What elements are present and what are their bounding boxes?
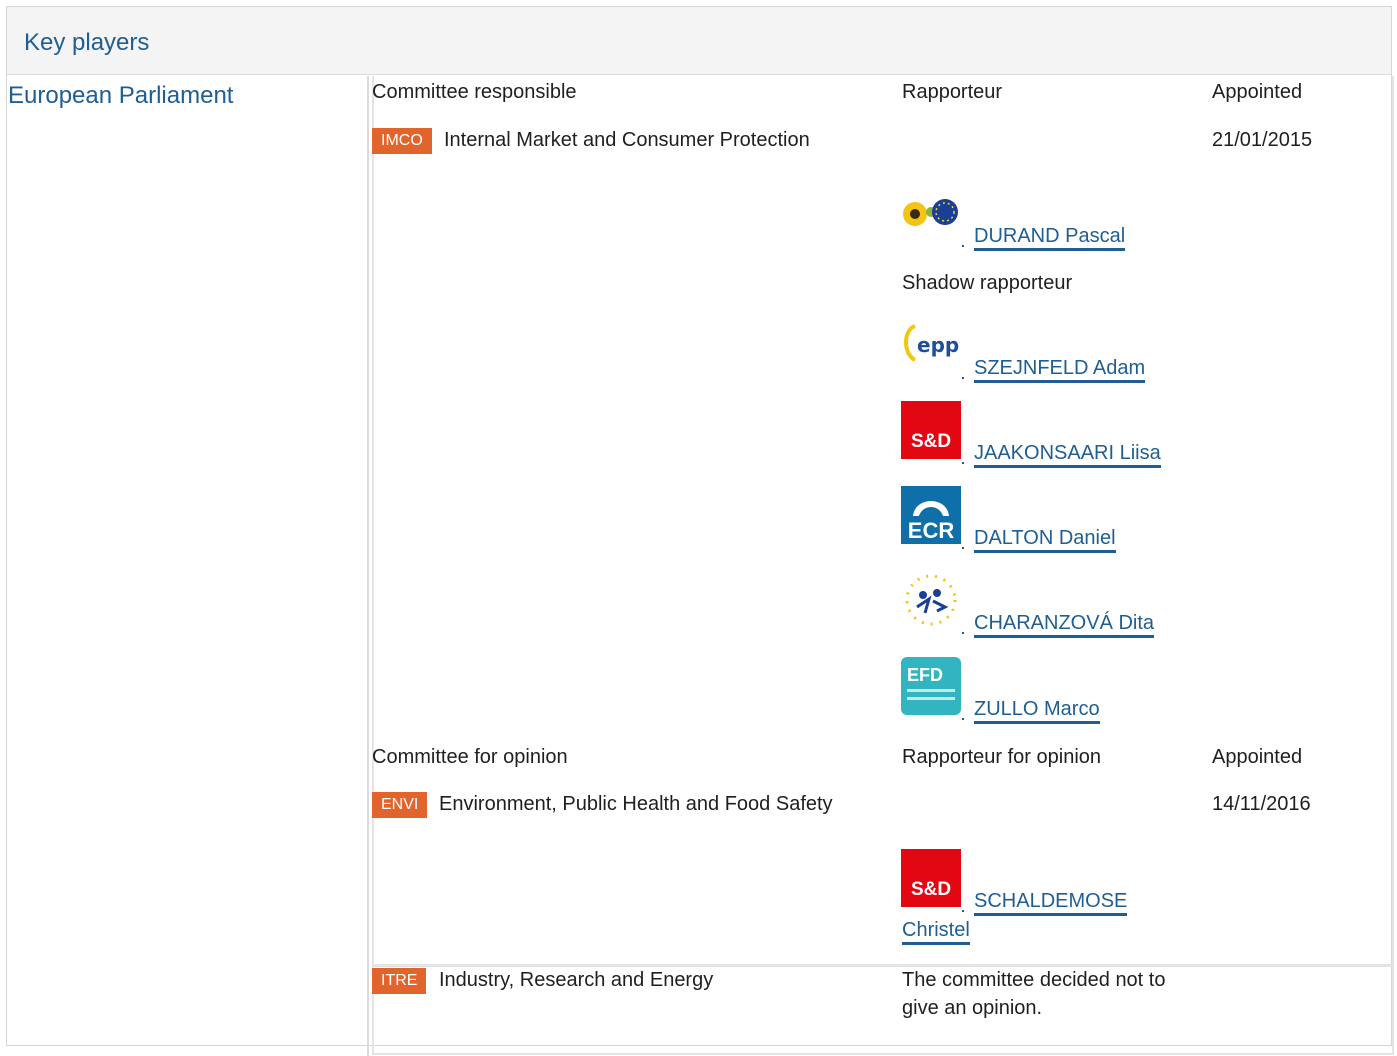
shadow-link-szejnfeld[interactable]: SZEJNFELD Adam	[974, 357, 1146, 383]
no-opinion-note-line1: The committee decided not to	[902, 969, 1166, 991]
responsible-section	[372, 76, 1394, 966]
svg-text:EFD: EFD	[907, 665, 943, 685]
link-dot	[962, 632, 964, 634]
sd-logo-icon: S&D	[901, 849, 961, 907]
institution-column	[7, 76, 369, 1056]
shadow-link-jaakonsaari[interactable]: JAAKONSAARI Liisa	[974, 442, 1161, 468]
committee-badge-envi[interactable]: ENVI	[372, 792, 428, 818]
svg-text:S&D: S&D	[911, 431, 951, 452]
link-dot	[962, 462, 964, 464]
committee-badge-imco[interactable]: IMCO	[372, 128, 432, 154]
panel-header: Key players	[7, 7, 1391, 75]
ecr-logo-icon: ECR	[901, 486, 961, 544]
opinion-rapporteur-link-line2[interactable]: Christel	[902, 919, 970, 945]
heading-appointed: Appointed	[1212, 81, 1303, 103]
heading-appointed-opinion: Appointed	[1212, 746, 1303, 768]
heading-rapporteur-opinion: Rapporteur for opinion	[902, 746, 1102, 768]
committee-name-imco: Internal Market and Consumer Protection	[444, 129, 810, 151]
rapporteur-link-durand[interactable]: DURAND Pascal	[974, 225, 1126, 251]
heading-rapporteur: Rapporteur	[902, 81, 1003, 103]
svg-text:ECR: ECR	[908, 518, 955, 543]
institution-name: European Parliament	[8, 82, 234, 109]
committee-name-envi: Environment, Public Health and Food Safe…	[439, 793, 833, 815]
shadow-link-charanzova[interactable]: CHARANZOVÁ Dita	[974, 612, 1155, 638]
panel-title: Key players	[24, 29, 150, 56]
committee-badge-itre[interactable]: ITRE	[372, 968, 427, 994]
svg-text:epp: epp	[917, 333, 959, 357]
no-opinion-note-line2: give an opinion.	[902, 997, 1043, 1019]
appointed-date-imco: 21/01/2015	[1212, 129, 1313, 151]
link-dot	[962, 245, 964, 247]
shadow-link-zullo[interactable]: ZULLO Marco	[974, 698, 1100, 724]
link-dot	[962, 377, 964, 379]
appointed-date-envi: 14/11/2016	[1212, 793, 1311, 815]
opinion-rapporteur-link-line1[interactable]: SCHALDEMOSE	[974, 890, 1128, 916]
key-players-panel: Key players European Parliament	[6, 6, 1394, 1056]
link-dot	[962, 910, 964, 912]
svg-text:S&D: S&D	[911, 879, 951, 900]
alde-logo-icon	[901, 571, 961, 629]
epp-logo-icon: epp	[901, 316, 961, 374]
committee-name-itre: Industry, Research and Energy	[439, 969, 714, 991]
efdd-logo-icon: EFD	[901, 657, 961, 715]
shadow-link-dalton[interactable]: DALTON Daniel	[974, 527, 1116, 553]
heading-committee-responsible: Committee responsible	[372, 81, 577, 103]
greens-efa-logo-icon	[901, 194, 961, 234]
link-dot	[962, 547, 964, 549]
shadow-rapporteur-label: Shadow rapporteur	[902, 272, 1073, 294]
sd-logo-icon: S&D	[901, 401, 961, 459]
link-dot	[962, 718, 964, 720]
heading-committee-opinion: Committee for opinion	[372, 746, 568, 768]
